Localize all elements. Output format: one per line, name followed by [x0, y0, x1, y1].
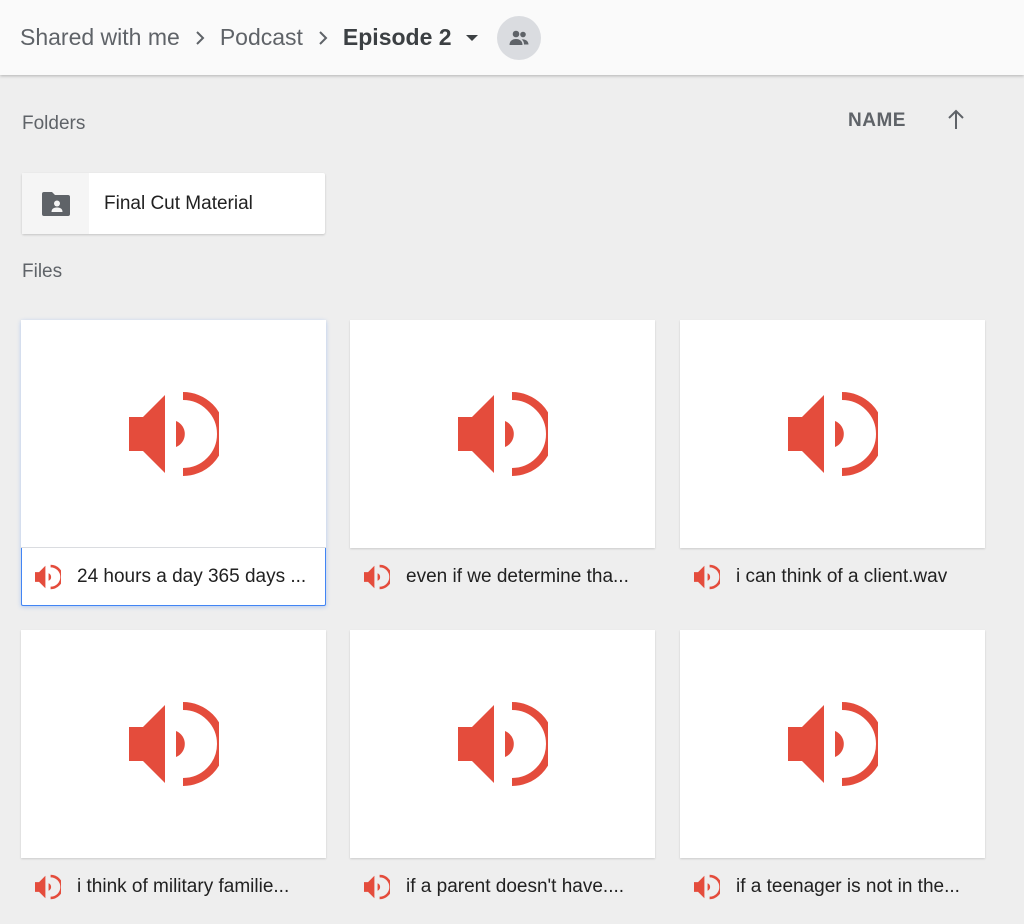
file-card[interactable]: even if we determine tha... — [350, 320, 655, 606]
file-card[interactable]: i can think of a client.wav — [680, 320, 985, 606]
file-card[interactable]: if a parent doesn't have.... — [350, 630, 655, 916]
audio-icon — [787, 392, 878, 476]
file-label-row: if a parent doesn't have.... — [350, 858, 655, 916]
audio-icon — [457, 392, 548, 476]
audio-icon — [694, 873, 722, 901]
file-name: if a parent doesn't have.... — [406, 876, 625, 897]
audio-icon — [364, 563, 392, 591]
file-card[interactable]: 24 hours a day 365 days ... — [21, 320, 326, 606]
sort-by-name-button[interactable]: NAME — [848, 110, 906, 132]
files-section-label: Files — [22, 261, 63, 282]
folder-item[interactable]: Final Cut Material — [22, 173, 325, 234]
file-label-row: i can think of a client.wav — [680, 548, 985, 606]
file-name: i can think of a client.wav — [736, 566, 948, 587]
breadcrumb-bar: Shared with me Podcast Episode 2 — [0, 0, 1024, 75]
file-name: if a teenager is not in the... — [736, 876, 960, 897]
file-card[interactable]: i think of military familie... — [21, 630, 326, 916]
file-thumbnail — [350, 320, 655, 548]
file-label-row: if a teenager is not in the... — [680, 858, 985, 916]
arrow-up-icon[interactable] — [944, 108, 968, 132]
file-thumbnail — [21, 320, 326, 548]
folders-section-label: Folders — [22, 113, 86, 134]
audio-icon — [457, 702, 548, 786]
people-icon[interactable] — [496, 15, 541, 60]
file-name: 24 hours a day 365 days ... — [77, 566, 307, 587]
shared-folder-icon — [22, 173, 89, 234]
folder-name: Final Cut Material — [104, 192, 253, 214]
audio-icon — [35, 563, 63, 591]
file-label-row: i think of military familie... — [21, 858, 326, 916]
file-thumbnail — [21, 630, 326, 858]
file-name: i think of military familie... — [77, 876, 290, 897]
audio-icon — [364, 873, 392, 901]
audio-icon — [35, 873, 63, 901]
file-name: even if we determine tha... — [406, 566, 629, 587]
file-thumbnail — [680, 630, 985, 858]
file-thumbnail — [350, 630, 655, 858]
breadcrumb-current-folder[interactable]: Episode 2 — [343, 24, 452, 51]
file-label-row: even if we determine tha... — [350, 548, 655, 606]
chevron-right-icon — [303, 30, 343, 45]
file-thumbnail — [680, 320, 985, 548]
breadcrumb-shared-with-me[interactable]: Shared with me — [20, 24, 180, 51]
breadcrumb-podcast[interactable]: Podcast — [220, 24, 303, 51]
chevron-right-icon — [180, 30, 220, 45]
audio-icon — [787, 702, 878, 786]
audio-icon — [128, 702, 219, 786]
file-card[interactable]: if a teenager is not in the... — [680, 630, 985, 916]
audio-icon — [128, 391, 219, 476]
file-label-row: 24 hours a day 365 days ... — [21, 548, 326, 606]
audio-icon — [694, 563, 722, 591]
dropdown-caret-icon[interactable] — [464, 30, 480, 46]
